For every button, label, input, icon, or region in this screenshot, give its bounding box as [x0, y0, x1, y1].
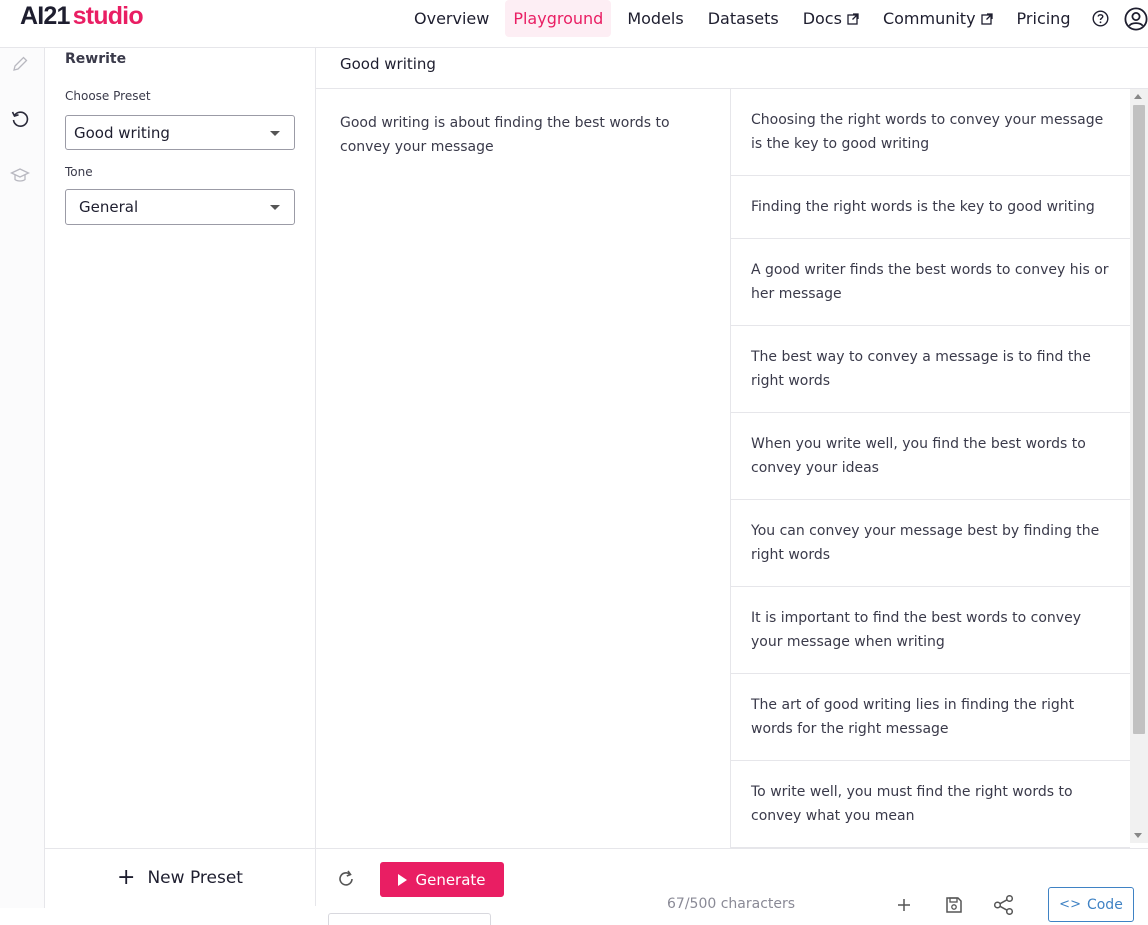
refresh-icon [339, 870, 353, 886]
input-area[interactable]: Good writing is about finding the best w… [316, 89, 731, 848]
result-item[interactable]: A good writer finds the best words to co… [731, 239, 1130, 326]
reset-button[interactable] [336, 869, 356, 889]
new-preset-button[interactable]: + New Preset [45, 848, 316, 906]
tone-select[interactable]: General [65, 189, 295, 225]
nav-pricing-label: Pricing [1016, 9, 1071, 28]
new-preset-label: New Preset [147, 867, 243, 888]
settings-panel: Rewrite Choose Preset Good writing Tone … [45, 48, 316, 848]
plus-icon: + [117, 864, 136, 890]
result-item[interactable]: When you write well, you find the best w… [731, 413, 1130, 500]
nav-community-label: Community [882, 9, 976, 28]
nav-community[interactable]: Community [871, 0, 1005, 37]
preset-label: Choose Preset [65, 89, 151, 103]
external-link-icon [980, 12, 993, 25]
result-item[interactable]: Choosing the right words to convey your … [731, 89, 1130, 176]
nav-docs[interactable]: Docs [791, 0, 871, 37]
generate-button[interactable]: Generate [380, 862, 504, 897]
pencil-icon[interactable] [9, 53, 31, 75]
result-item[interactable]: You can convey your message best by find… [731, 500, 1130, 587]
scrollbar-thumb[interactable] [1133, 105, 1145, 734]
result-item[interactable]: The best way to convey a message is to f… [731, 326, 1130, 413]
preset-select[interactable]: Good writing [65, 115, 295, 150]
results-scrollbar[interactable] [1130, 89, 1148, 843]
code-icon: <> [1059, 897, 1081, 912]
nav-models[interactable]: Models [615, 0, 695, 37]
main-nav: Overview Playground Models Datasets Docs… [402, 0, 1148, 37]
nav-overview-label: Overview [414, 9, 490, 28]
scroll-up-arrow-icon[interactable] [1134, 94, 1142, 99]
chevron-down-icon [270, 205, 280, 210]
chevron-down-icon [270, 131, 280, 136]
result-item[interactable]: Finding the right words is the key to go… [731, 176, 1130, 239]
nav-docs-label: Docs [802, 9, 842, 28]
logo[interactable]: AI21 studio [20, 2, 144, 31]
generate-label: Generate [415, 870, 486, 889]
nav-overview[interactable]: Overview [402, 0, 501, 37]
graduation-cap-icon[interactable] [9, 164, 31, 186]
nav-models-label: Models [627, 9, 684, 28]
save-icon[interactable] [943, 894, 965, 916]
rewrite-icon[interactable] [9, 108, 31, 130]
code-button[interactable]: <> Code [1048, 887, 1134, 922]
tone-select-value: General [79, 198, 139, 216]
logo-studio: studio [72, 2, 144, 30]
add-icon[interactable] [893, 894, 915, 916]
partial-dropdown[interactable] [328, 913, 491, 925]
result-item[interactable]: It is important to find the best words t… [731, 587, 1130, 674]
account-icon[interactable] [1124, 0, 1148, 37]
nav-datasets-label: Datasets [707, 9, 779, 28]
left-rail [0, 48, 45, 908]
top-bar: AI21 studio Overview Playground Models Da… [0, 0, 1148, 48]
nav-playground[interactable]: Playground [505, 0, 612, 37]
main-header: Good writing [316, 48, 1148, 89]
external-link-icon [847, 12, 859, 25]
input-text[interactable]: Good writing is about finding the best w… [340, 111, 712, 159]
nav-datasets[interactable]: Datasets [696, 0, 791, 37]
nav-pricing[interactable]: Pricing [1005, 0, 1083, 37]
tone-label: Tone [65, 165, 93, 179]
preset-select-value: Good writing [74, 123, 170, 142]
result-item[interactable]: To write well, you must find the right w… [731, 761, 1130, 848]
play-icon [398, 873, 408, 886]
panel-title: Rewrite [65, 51, 127, 67]
help-icon[interactable] [1088, 0, 1112, 37]
share-icon[interactable] [993, 894, 1015, 916]
logo-ai: AI21 [20, 2, 70, 30]
scroll-down-arrow-icon[interactable] [1134, 833, 1142, 838]
results-list: Choosing the right words to convey your … [731, 89, 1130, 848]
preset-title: Good writing [340, 55, 436, 73]
bottom-toolbar: Generate 67/500 characters <> Code [316, 848, 1148, 925]
nav-playground-label: Playground [513, 9, 604, 28]
result-item[interactable]: The art of good writing lies in finding … [731, 674, 1130, 761]
character-count: 67/500 characters [667, 896, 796, 912]
code-label: Code [1086, 896, 1123, 913]
